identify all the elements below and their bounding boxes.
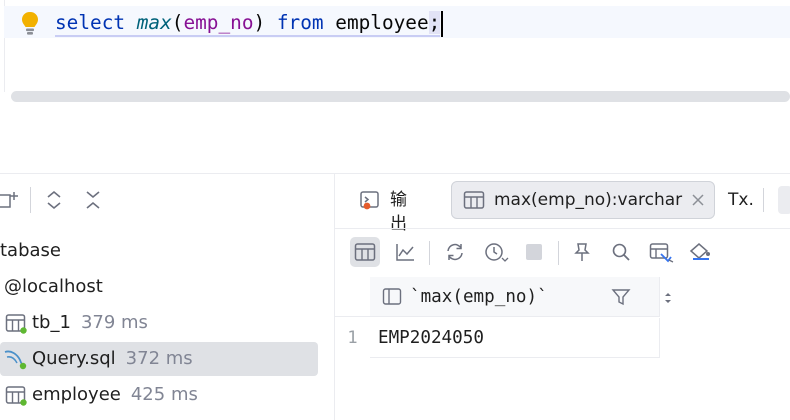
toolbar-separator xyxy=(30,187,31,213)
close-paren: ) xyxy=(253,11,266,34)
stop-icon[interactable] xyxy=(519,237,549,267)
tree-item-duration: 372 ms xyxy=(125,348,193,369)
tab-result-label: max(emp_no):varchar xyxy=(494,190,683,210)
table-view-icon[interactable] xyxy=(350,237,380,267)
open-paren: ( xyxy=(171,11,184,34)
history-clock-icon[interactable] xyxy=(479,237,509,267)
table-icon xyxy=(5,384,27,406)
database-explorer: tabase @localhost tb_1 379 ms Query.sql 37… xyxy=(0,174,334,420)
table-employee: employee xyxy=(335,11,429,34)
sort-icon[interactable] xyxy=(660,290,676,306)
tree-item-query-sql[interactable]: Query.sql 372 ms xyxy=(0,342,318,376)
tree-item-label: tb_1 xyxy=(32,312,71,333)
highlight-format-icon[interactable] xyxy=(684,237,714,267)
filter-icon[interactable] xyxy=(611,287,631,307)
text-caret xyxy=(441,10,444,37)
search-icon[interactable] xyxy=(606,237,636,267)
tab-tx[interactable]: Tx. xyxy=(728,188,754,212)
services-panel: 输出 max(emp_no):varchar Tx. `max(emp_no)`… xyxy=(335,174,790,420)
table-grid-icon xyxy=(463,189,485,211)
statement-highlight-underline xyxy=(55,35,440,37)
tree-item-label: Query.sql xyxy=(32,348,116,369)
column-emp-no: emp_no xyxy=(183,11,254,34)
keyword-select: select xyxy=(55,11,126,34)
function-max: max xyxy=(136,11,172,34)
result-grid[interactable]: `max(emp_no)` 1 EMP2024050 xyxy=(335,277,790,420)
table-cell[interactable]: EMP2024050 xyxy=(370,318,660,358)
horizontal-scrollbar[interactable] xyxy=(11,91,790,102)
tab-result[interactable]: max(emp_no):varchar xyxy=(451,181,715,219)
tree-item-host[interactable]: @localhost xyxy=(0,270,318,304)
tree-item-employee[interactable]: employee 425 ms xyxy=(0,378,318,412)
toolbar-separator xyxy=(429,241,430,265)
sql-query-line[interactable]: select max(emp_no) from employee; xyxy=(55,9,444,37)
tab-separator xyxy=(763,188,764,212)
toolbar-separator xyxy=(558,241,559,265)
sql-file-icon xyxy=(3,348,27,370)
tree-item-duration: 425 ms xyxy=(130,384,198,405)
refresh-icon[interactable] xyxy=(440,237,470,267)
column-icon xyxy=(382,287,402,307)
tab-overflow-button[interactable] xyxy=(778,186,790,214)
close-icon[interactable] xyxy=(688,190,708,210)
row-number: 1 xyxy=(347,328,358,348)
tree-item-label: employee xyxy=(32,384,121,405)
column-header-label: `max(emp_no)` xyxy=(410,287,548,307)
chart-view-icon[interactable] xyxy=(390,237,420,267)
keyword-from: from xyxy=(276,11,324,34)
table-icon xyxy=(5,312,27,334)
tree-item-database[interactable]: tabase xyxy=(0,234,318,268)
tree-item-label: tabase xyxy=(0,240,61,261)
row-number-header xyxy=(335,277,370,317)
tree-item-duration: 379 ms xyxy=(80,312,148,333)
tree-item-label: @localhost xyxy=(4,276,103,297)
result-toolbar xyxy=(335,229,790,277)
add-icon[interactable] xyxy=(0,189,22,211)
pin-icon[interactable] xyxy=(567,237,597,267)
semicolon: ; xyxy=(428,11,441,34)
lightbulb-icon[interactable] xyxy=(19,10,41,36)
column-header[interactable]: `max(emp_no)` xyxy=(370,277,671,317)
sql-editor[interactable]: select max(emp_no) from employee; xyxy=(0,0,790,108)
export-table-icon[interactable] xyxy=(645,237,675,267)
collapse-all-icon[interactable] xyxy=(82,189,104,211)
expand-all-icon[interactable] xyxy=(43,189,65,211)
tree-item-tb-1[interactable]: tb_1 379 ms xyxy=(0,306,318,340)
console-output-icon xyxy=(359,189,381,211)
